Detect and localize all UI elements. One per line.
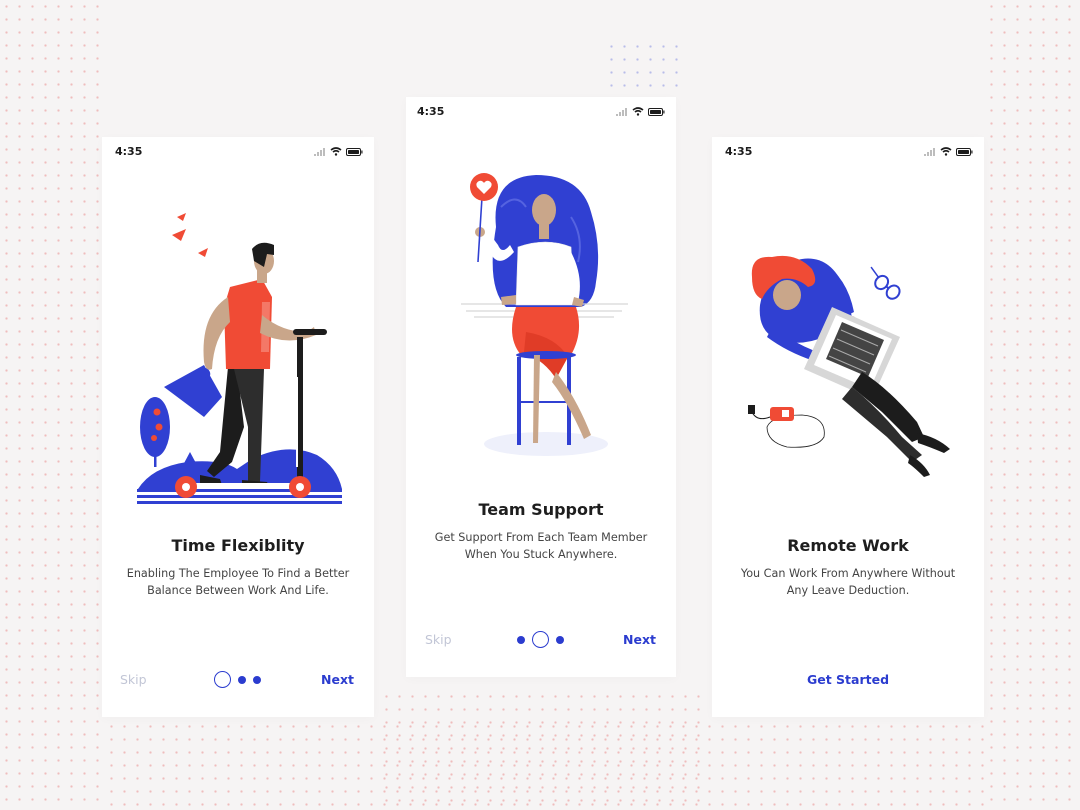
onboarding-screen-time-flexibility: 4:35 Time Flexiblity Enabling The Employ… xyxy=(102,137,374,717)
description-line: You Can Work From Anywhere Without xyxy=(740,567,956,580)
onboarding-description: Get Support From Each Team Member When Y… xyxy=(414,529,668,563)
page-indicator xyxy=(517,631,564,648)
page-dot-active[interactable] xyxy=(214,671,231,688)
description-line: Balance Between Work And Life. xyxy=(147,584,329,597)
description-line: When You Stuck Anywhere. xyxy=(464,548,618,561)
page-dot[interactable] xyxy=(253,675,261,684)
onboarding-screen-remote-work: 4:35 Remote Work You Can Work From Anywh… xyxy=(712,137,984,717)
page-dot-active[interactable] xyxy=(532,631,549,648)
background-dot-pattern xyxy=(605,40,685,95)
onboarding-title: Remote Work xyxy=(787,536,909,555)
onboarding-description: Enabling The Employee To Find a Better B… xyxy=(110,565,366,599)
background-dot-pattern xyxy=(105,720,985,810)
get-started-button[interactable]: Get Started xyxy=(712,672,984,687)
man-riding-scooter-illustration xyxy=(137,213,342,504)
page-dot[interactable] xyxy=(556,635,564,644)
background-dot-pattern xyxy=(0,0,105,810)
description-line: Get Support From Each Team Member xyxy=(434,531,648,544)
onboarding-screen-team-support: 4:35 Team Support Get Support From Each … xyxy=(406,97,676,677)
onboarding-title: Time Flexiblity xyxy=(171,536,305,555)
description-line: Enabling The Employee To Find a Better xyxy=(126,567,350,580)
page-indicator xyxy=(214,671,261,688)
skip-button[interactable]: Skip xyxy=(120,672,147,687)
description-line: Any Leave Deduction. xyxy=(786,584,910,597)
woman-working-on-laptop-illustration xyxy=(748,255,950,477)
next-button[interactable]: Next xyxy=(623,632,656,647)
woman-holding-heart-sign-illustration xyxy=(461,173,628,456)
page-dot[interactable] xyxy=(238,675,246,684)
skip-button[interactable]: Skip xyxy=(425,632,452,647)
onboarding-description: You Can Work From Anywhere Without Any L… xyxy=(720,565,976,599)
next-button[interactable]: Next xyxy=(321,672,354,687)
page-dot[interactable] xyxy=(517,635,525,644)
background-dot-pattern xyxy=(380,690,710,810)
onboarding-title: Team Support xyxy=(478,500,604,519)
background-dot-pattern xyxy=(985,0,1080,810)
